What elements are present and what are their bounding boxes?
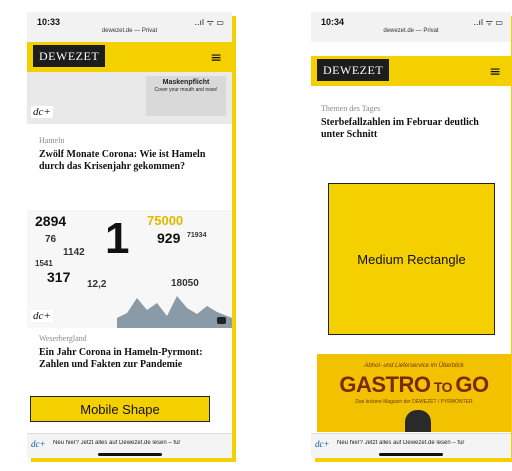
url-bar[interactable]: dewezet.de — Privat bbox=[311, 28, 511, 34]
dc-plus-badge: dc+ bbox=[31, 310, 53, 322]
infographic-image[interactable]: 2894 75000 76 929 71934 1142 1541 317 12… bbox=[27, 210, 232, 328]
signal-icon: ..ıl ᯤ ▭ bbox=[194, 18, 224, 27]
ad-placeholder-medium-rectangle[interactable]: Medium Rectangle bbox=[328, 183, 495, 335]
menu-icon[interactable]: ≡ bbox=[210, 50, 222, 66]
status-time: 10:33 bbox=[37, 17, 61, 27]
gastro-to-go-ad[interactable]: Abhol- und Lieferservice im Überblick GA… bbox=[317, 354, 511, 432]
camera-icon bbox=[217, 317, 226, 324]
article-kicker: Hameln bbox=[39, 136, 65, 145]
status-bar: 10:34 dewezet.de — Privat ..ıl ᯤ ▭ bbox=[311, 12, 511, 42]
info-number: 2894 bbox=[35, 213, 67, 229]
info-number: 75000 bbox=[147, 213, 184, 228]
site-header: DEWEZET ≡ bbox=[311, 56, 511, 86]
dc-plus-icon: dc+ bbox=[31, 439, 46, 449]
status-time: 10:34 bbox=[321, 17, 345, 27]
article-headline[interactable]: Sterbefallzahlen im Februar deutlich unt… bbox=[321, 117, 503, 141]
signal-icon: ..ıl ᯤ ▭ bbox=[473, 18, 503, 27]
ad-placeholder-mobile-shape[interactable]: Mobile Shape bbox=[30, 396, 210, 422]
status-bar: 10:33 dewezet.de — Privat ..ıl ᯤ ▭ bbox=[27, 12, 232, 42]
mask-sign: Maskenpflicht Cover your mouth and nose! bbox=[146, 76, 226, 116]
info-number: 76 bbox=[45, 234, 57, 245]
article-kicker: Themen des Tages bbox=[321, 104, 381, 113]
food-image bbox=[405, 410, 431, 432]
ad-subline: Das leckere Magazin der DEWEZET / PYRMON… bbox=[355, 399, 473, 405]
article-image[interactable]: Maskenpflicht Cover your mouth and nose!… bbox=[27, 72, 232, 124]
ad-tagline: Abhol- und Lieferservice im Überblick bbox=[364, 363, 464, 369]
dc-plus-icon: dc+ bbox=[315, 439, 330, 449]
info-number: 12,2 bbox=[87, 279, 107, 290]
home-indicator bbox=[379, 453, 443, 456]
chart-graphic bbox=[117, 296, 232, 328]
site-header: DEWEZET ≡ bbox=[27, 42, 232, 72]
info-number: 71934 bbox=[187, 232, 207, 239]
site-logo[interactable]: DEWEZET bbox=[33, 45, 106, 67]
site-logo[interactable]: DEWEZET bbox=[317, 59, 390, 81]
subscription-text: Neu hier? Jetzt alles auf Dewezet.de les… bbox=[337, 440, 465, 446]
menu-icon[interactable]: ≡ bbox=[489, 64, 501, 80]
dc-plus-badge: dc+ bbox=[31, 106, 53, 118]
url-bar[interactable]: dewezet.de — Privat bbox=[27, 28, 232, 34]
home-indicator bbox=[97, 453, 162, 456]
article-headline[interactable]: Ein Jahr Corona in Hameln-Pyrmont: Zahle… bbox=[39, 347, 224, 371]
subscription-text: Neu hier? Jetzt alles auf Dewezet.de les… bbox=[53, 440, 181, 446]
article-kicker: Weserbergland bbox=[39, 334, 87, 343]
info-number: 317 bbox=[47, 269, 71, 285]
info-number: 929 bbox=[157, 230, 181, 246]
subscription-banner[interactable]: dc+ Neu hier? Jetzt alles auf Dewezet.de… bbox=[27, 433, 232, 458]
info-number: 1142 bbox=[63, 247, 85, 258]
phone-screenshot-right: 10:34 dewezet.de — Privat ..ıl ᯤ ▭ DEWEZ… bbox=[311, 12, 511, 458]
article-headline[interactable]: Zwölf Monate Corona: Wie ist Hameln durc… bbox=[39, 149, 224, 173]
phone-screenshot-left: 10:33 dewezet.de — Privat ..ıl ᯤ ▭ DEWEZ… bbox=[27, 12, 232, 458]
ad-title: GASTRO TO GO bbox=[339, 372, 489, 397]
info-number: 1541 bbox=[35, 259, 53, 268]
subscription-banner[interactable]: dc+ Neu hier? Jetzt alles auf Dewezet.de… bbox=[311, 433, 511, 458]
info-number: 1 bbox=[105, 214, 130, 263]
